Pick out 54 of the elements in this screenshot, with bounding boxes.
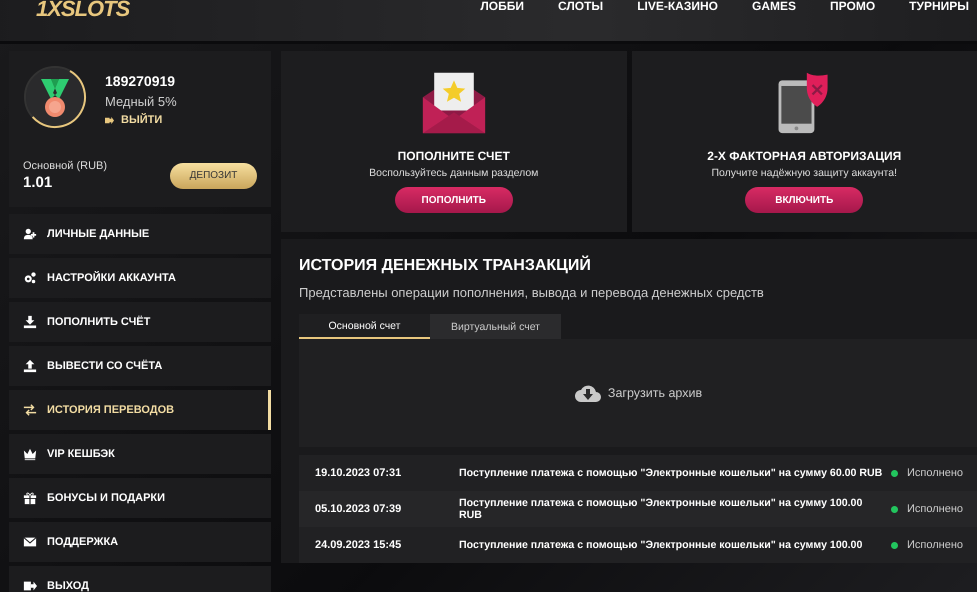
transaction-description: Поступление платежа с помощью "Электронные кошельки" на сумму 100.00 <box>459 539 864 551</box>
nav-link[interactable]: ЛОББИ <box>480 0 524 12</box>
transfer-icon <box>23 403 37 417</box>
nav-link[interactable]: LIVE-КАЗИНО <box>637 0 718 12</box>
menu-item[interactable]: БОНУСЫ И ПОДАРКИ <box>9 478 271 518</box>
history-title: ИСТОРИЯ ДЕНЕЖНЫХ ТРАНЗАКЦИЙ <box>299 257 592 275</box>
balance-label: Основной (RUB) <box>23 160 108 172</box>
deposit-button[interactable]: ДЕПОЗИТ <box>170 162 257 188</box>
balance-value: 1.01 <box>23 174 54 191</box>
card-title: 2-Х ФАКТОРНАЯ АВТОРИЗАЦИЯ <box>707 149 902 163</box>
transaction-status: Исполнено <box>907 467 964 479</box>
mail-icon <box>23 535 37 549</box>
person-icon <box>23 227 37 241</box>
upload-icon <box>23 359 37 373</box>
transaction-date: 19.10.2023 07:31 <box>315 467 402 479</box>
menu-item[interactable]: VIP КЕШБЭК <box>9 434 271 474</box>
account-tab[interactable]: Основной счет <box>299 314 430 339</box>
crown-icon <box>23 447 37 461</box>
menu-item[interactable]: НАСТРОЙКИ АККАУНТА <box>9 258 271 298</box>
nav-link[interactable]: СЛОТЫ <box>558 0 604 12</box>
transaction-description: Поступление платежа с помощью "Электронные кошельки" на сумму 60.00 RUB <box>459 467 884 479</box>
transaction-date: 24.09.2023 15:45 <box>315 539 402 551</box>
nav-link[interactable]: GAMES <box>752 0 796 12</box>
download-archive-link[interactable]: Загрузить архив <box>574 383 702 403</box>
action-button[interactable]: ВКЛЮЧИТЬ <box>745 187 864 213</box>
menu-item[interactable]: ВЫХОД <box>9 566 271 592</box>
download-icon <box>23 315 37 329</box>
nav-link[interactable]: ТУРНИРЫ <box>909 0 969 12</box>
account-tab[interactable]: Виртуальный счет <box>430 314 561 339</box>
transaction-date: 05.10.2023 07:39 <box>315 503 402 515</box>
menu-item[interactable]: ПОДДЕРЖКА <box>9 522 271 562</box>
card-text: Воспользуйтесь данным разделом <box>369 167 538 179</box>
card-title: ПОПОЛНИТЕ СЧЕТ <box>398 149 510 163</box>
medal-avatar-icon <box>23 65 87 129</box>
action-button[interactable]: ПОПОЛНИТЬ <box>394 187 513 213</box>
menu-item[interactable]: ИСТОРИЯ ПЕРЕВОДОВ <box>9 390 271 430</box>
transaction-description: Поступление платежа с помощью "Электронные кошельки" на сумму 100.00 RUB <box>459 497 864 521</box>
user-id: 189270919 <box>105 73 176 89</box>
level-label: Медный 5% <box>105 94 177 109</box>
gears-icon <box>23 271 37 285</box>
nav-link[interactable]: ПРОМО <box>830 0 876 12</box>
menu-item[interactable]: ВЫВЕСТИ СО СЧЁТА <box>9 346 271 386</box>
cloud-download-icon <box>574 383 602 403</box>
transaction-status: Исполнено <box>907 503 964 515</box>
gift-icon <box>23 491 37 505</box>
exit-icon <box>105 116 114 124</box>
transaction-status: Исполнено <box>907 539 964 551</box>
logout-link[interactable]: ВЫЙТИ <box>105 114 177 126</box>
menu-item[interactable]: ЛИЧНЫЕ ДАННЫЕ <box>9 214 271 254</box>
card-text: Получите надёжную защиту аккаунта! <box>711 167 897 179</box>
logo-text[interactable]: 1XSLOTS <box>36 0 130 18</box>
menu-item[interactable]: ПОПОЛНИТЬ СЧЁТ <box>9 302 271 342</box>
history-subtitle: Представлены операции пополнения, вывода и перевода денежных средств <box>299 285 765 300</box>
exit-icon <box>23 579 37 592</box>
